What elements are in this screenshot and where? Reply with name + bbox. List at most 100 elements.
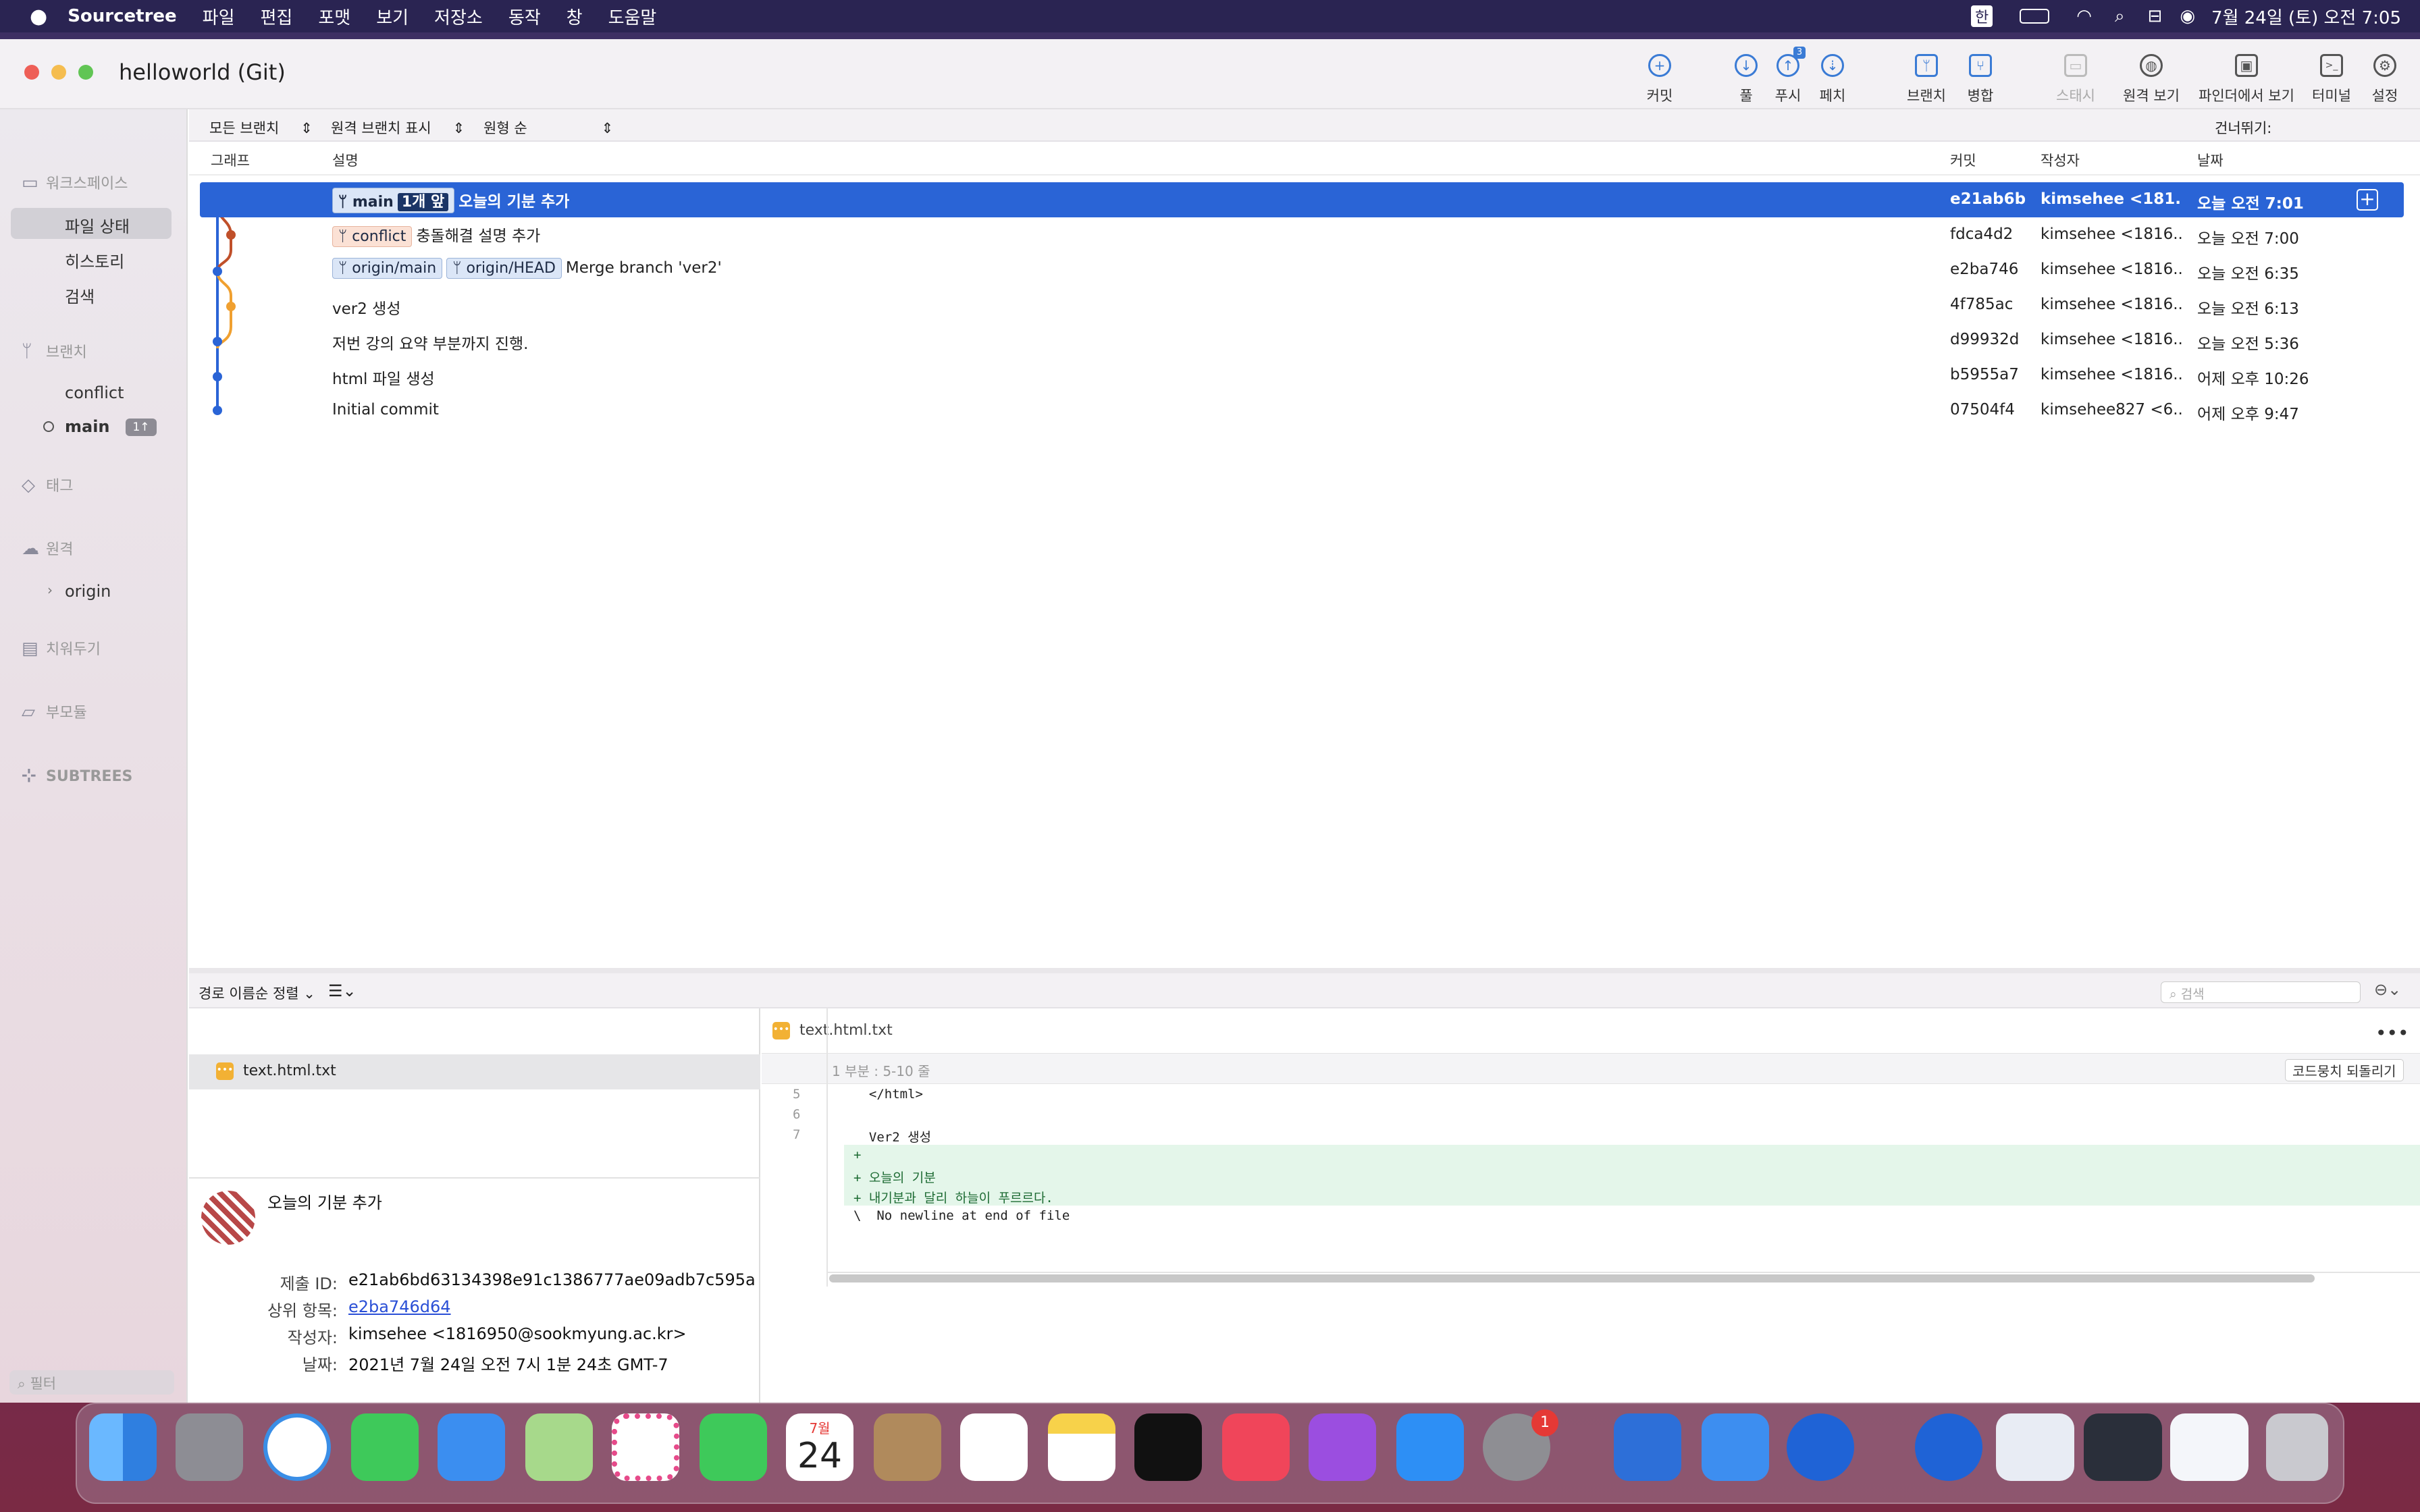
calendar-icon[interactable]: 7월 24: [786, 1413, 853, 1481]
remote-branches-dropdown[interactable]: 원격 브랜치 표시 ⇕: [331, 117, 465, 138]
list-view-icon[interactable]: ☰⌄: [328, 981, 357, 1000]
menu-edit[interactable]: 편집: [261, 4, 293, 29]
minimized-window-thumbnail[interactable]: [2170, 1413, 2248, 1481]
toolbar-show-remote-button[interactable]: ◍ 원격 보기: [2118, 54, 2185, 105]
commit-row[interactable]: html 파일 생성 b5955a7 kimsehee <1816... 어제 …: [200, 358, 2404, 393]
menu-help[interactable]: 도움말: [608, 4, 657, 29]
commit-row[interactable]: 저번 강의 요약 부분까지 진행. d99932d kimsehee <1816…: [200, 323, 2404, 358]
toolbar-settings-button[interactable]: ⚙ 설정: [2365, 54, 2405, 105]
column-header-description[interactable]: 설명: [332, 150, 359, 170]
reminders-icon[interactable]: [960, 1413, 1028, 1481]
toolbar-stash-button[interactable]: ▭ 스태시: [2049, 54, 2103, 105]
sidebar-section-submodules[interactable]: ▱ 부모듈: [22, 701, 87, 722]
messages-icon[interactable]: [351, 1413, 419, 1481]
toolbar-branch-button[interactable]: ᛘ 브랜치: [1903, 54, 1950, 105]
commit-row[interactable]: ᛘ conflict 충돌해결 설명 추가 fdca4d2 kimsehee <1…: [200, 217, 2404, 252]
branch-tag[interactable]: ᛘ origin/main: [332, 258, 443, 279]
toolbar-commit-button[interactable]: + 커밋: [1639, 54, 1680, 105]
sidebar-item-history[interactable]: 히스토리: [65, 248, 124, 272]
toolbar-terminal-button[interactable]: >_ 터미널: [2308, 54, 2355, 105]
chevron-right-icon[interactable]: ›: [47, 582, 53, 598]
changed-file-item[interactable]: ••• text.html.txt: [189, 1054, 760, 1089]
sidebar-section-workspace[interactable]: ▭ 워크스페이스: [22, 171, 128, 193]
sourcetree-window-icon[interactable]: [1915, 1413, 1982, 1481]
simulator-icon[interactable]: [1702, 1413, 1769, 1481]
more-options-icon[interactable]: •••: [2375, 1022, 2409, 1044]
branch-tag[interactable]: ᛘ main 1개 앞: [332, 188, 455, 213]
sidebar-section-stashes[interactable]: ▤ 치워두기: [22, 637, 101, 659]
menu-window[interactable]: 창: [567, 4, 583, 29]
close-button[interactable]: [24, 65, 39, 80]
column-header-graph[interactable]: 그래프: [211, 150, 250, 170]
order-dropdown[interactable]: 원형 순 ⇕: [483, 117, 613, 138]
diff-horizontal-scrollbar[interactable]: [829, 1274, 2315, 1282]
toolbar-show-in-finder-button[interactable]: ▣ 파인더에서 보기: [2196, 54, 2297, 105]
sidebar-item-search[interactable]: 검색: [65, 284, 95, 307]
menu-view[interactable]: 보기: [376, 4, 409, 29]
sidebar-section-subtrees[interactable]: ⊹ SUBTREES: [22, 765, 132, 786]
finder-icon[interactable]: [89, 1413, 157, 1481]
menu-actions[interactable]: 동작: [508, 4, 541, 29]
toolbar-merge-button[interactable]: ⑂ 병합: [1957, 54, 2004, 105]
menu-app-name[interactable]: Sourcetree: [68, 6, 176, 26]
branch-tag[interactable]: ᛘ conflict: [332, 226, 413, 247]
minimized-window-thumbnail[interactable]: [1996, 1413, 2074, 1481]
input-source-indicator[interactable]: 한: [1971, 5, 1993, 27]
sidebar-section-tags[interactable]: ◇ 태그: [22, 474, 73, 495]
toolbar-fetch-button[interactable]: ⇣ 페치: [1812, 54, 1853, 105]
app-store-icon[interactable]: [1396, 1413, 1464, 1481]
spotlight-icon[interactable]: ⌕: [2115, 6, 2125, 27]
maps-icon[interactable]: [525, 1413, 593, 1481]
sourcetree-icon[interactable]: [1787, 1413, 1854, 1481]
sidebar-item-branch-main[interactable]: main: [65, 417, 110, 436]
commit-row[interactable]: Initial commit 07504f4 kimsehee827 <6...…: [200, 393, 2404, 428]
commit-row[interactable]: ver2 생성 4f785ac kimsehee <1816... 오늘 오전 …: [200, 288, 2404, 323]
trash-icon[interactable]: [2266, 1413, 2328, 1481]
sidebar-section-remotes[interactable]: ☁ 원격: [22, 537, 73, 559]
minimized-window-thumbnail[interactable]: [2084, 1413, 2162, 1481]
music-icon[interactable]: [1222, 1413, 1290, 1481]
battery-icon[interactable]: [2020, 9, 2050, 24]
sidebar-item-branch-conflict[interactable]: conflict: [65, 383, 124, 402]
podcasts-icon[interactable]: [1309, 1413, 1376, 1481]
toolbar-pull-button[interactable]: ↓ 풀: [1726, 54, 1766, 105]
column-header-date[interactable]: 날짜: [2197, 150, 2224, 170]
apple-tv-icon[interactable]: [1134, 1413, 1202, 1481]
siri-icon[interactable]: ◉: [2180, 6, 2195, 26]
sidebar-item-file-status[interactable]: 파일 상태: [65, 213, 130, 237]
menu-format[interactable]: 포맷: [318, 4, 350, 29]
apple-icon[interactable]: ●: [30, 5, 47, 28]
photos-icon[interactable]: [612, 1413, 679, 1481]
sidebar-section-branches[interactable]: ᛘ 브랜치: [22, 340, 87, 362]
sidebar-item-remote-origin[interactable]: origin: [65, 582, 111, 601]
pane-splitter[interactable]: [189, 968, 2420, 973]
menu-file[interactable]: 파일: [203, 4, 235, 29]
parent-commit-link[interactable]: e2ba746d64: [348, 1297, 451, 1316]
zoom-button[interactable]: [78, 65, 93, 80]
column-header-author[interactable]: 작성자: [2041, 150, 2080, 170]
sidebar-filter-field[interactable]: ⌕ 필터: [9, 1370, 174, 1395]
sort-by-path-dropdown[interactable]: 경로 이름순 정렬 ⌄: [199, 983, 315, 1003]
column-header-commit[interactable]: 커밋: [1950, 150, 1976, 170]
facetime-icon[interactable]: [700, 1413, 767, 1481]
notes-icon[interactable]: [1048, 1413, 1115, 1481]
menu-clock[interactable]: 7월 24일 (토) 오전 7:05: [2211, 4, 2401, 29]
toolbar-push-button[interactable]: ↑ 3 푸시: [1768, 47, 1808, 105]
launchpad-icon[interactable]: [176, 1413, 243, 1481]
minimize-button[interactable]: [51, 65, 66, 80]
options-icon[interactable]: ⊖⌄: [2374, 980, 2401, 999]
commit-row[interactable]: ᛘ main 1개 앞 오늘의 기분 추가 e21ab6b kimsehee <18…: [200, 182, 2404, 217]
mail-icon[interactable]: [438, 1413, 505, 1481]
contacts-icon[interactable]: [874, 1413, 941, 1481]
menu-repository[interactable]: 저장소: [434, 4, 483, 29]
wifi-icon[interactable]: ◠: [2076, 6, 2092, 26]
revert-hunk-button[interactable]: 코드뭉치 되돌리기: [2285, 1059, 2404, 1081]
all-branches-dropdown[interactable]: 모든 브랜치 ⇕: [209, 117, 313, 138]
control-center-icon[interactable]: ⊟: [2148, 6, 2163, 26]
file-search-input[interactable]: ⌕ 검색: [2161, 981, 2361, 1003]
add-icon[interactable]: +: [2357, 189, 2378, 211]
safari-icon[interactable]: [263, 1413, 331, 1481]
branch-tag[interactable]: ᛘ origin/HEAD: [446, 258, 562, 279]
xcode-icon[interactable]: [1614, 1413, 1681, 1481]
commit-row[interactable]: ᛘ origin/main ᛘ origin/HEAD Merge branch '…: [200, 252, 2404, 288]
